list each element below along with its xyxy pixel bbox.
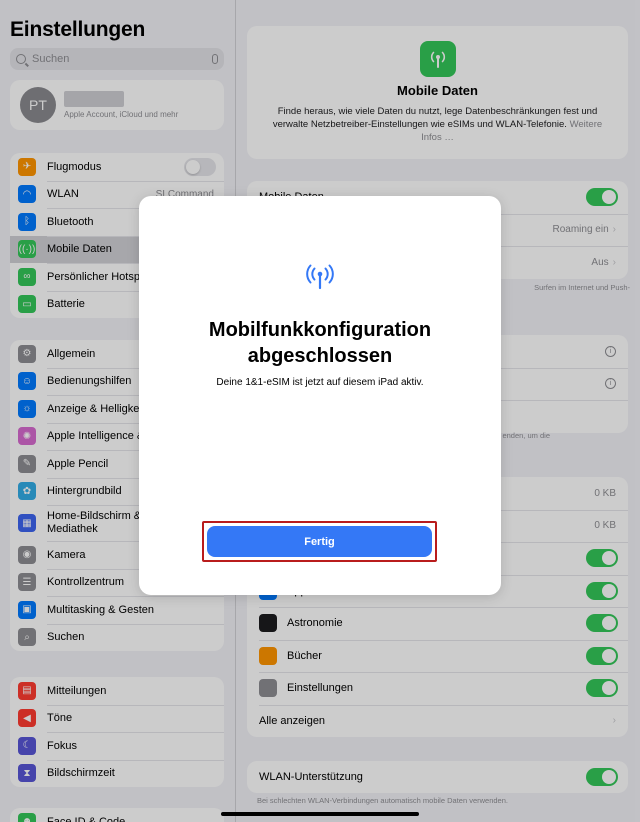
done-button[interactable]: Fertig [207,526,432,557]
dialog-title: Mobilfunkkonfiguration abgeschlossen [208,319,432,367]
dialog-subtitle: Deine 1&1-eSIM ist jetzt auf diesem iPad… [216,377,424,388]
home-indicator [221,812,419,816]
cellular-config-dialog: Mobilfunkkonfiguration abgeschlossen Dei… [139,196,501,595]
antenna-icon [306,264,334,290]
